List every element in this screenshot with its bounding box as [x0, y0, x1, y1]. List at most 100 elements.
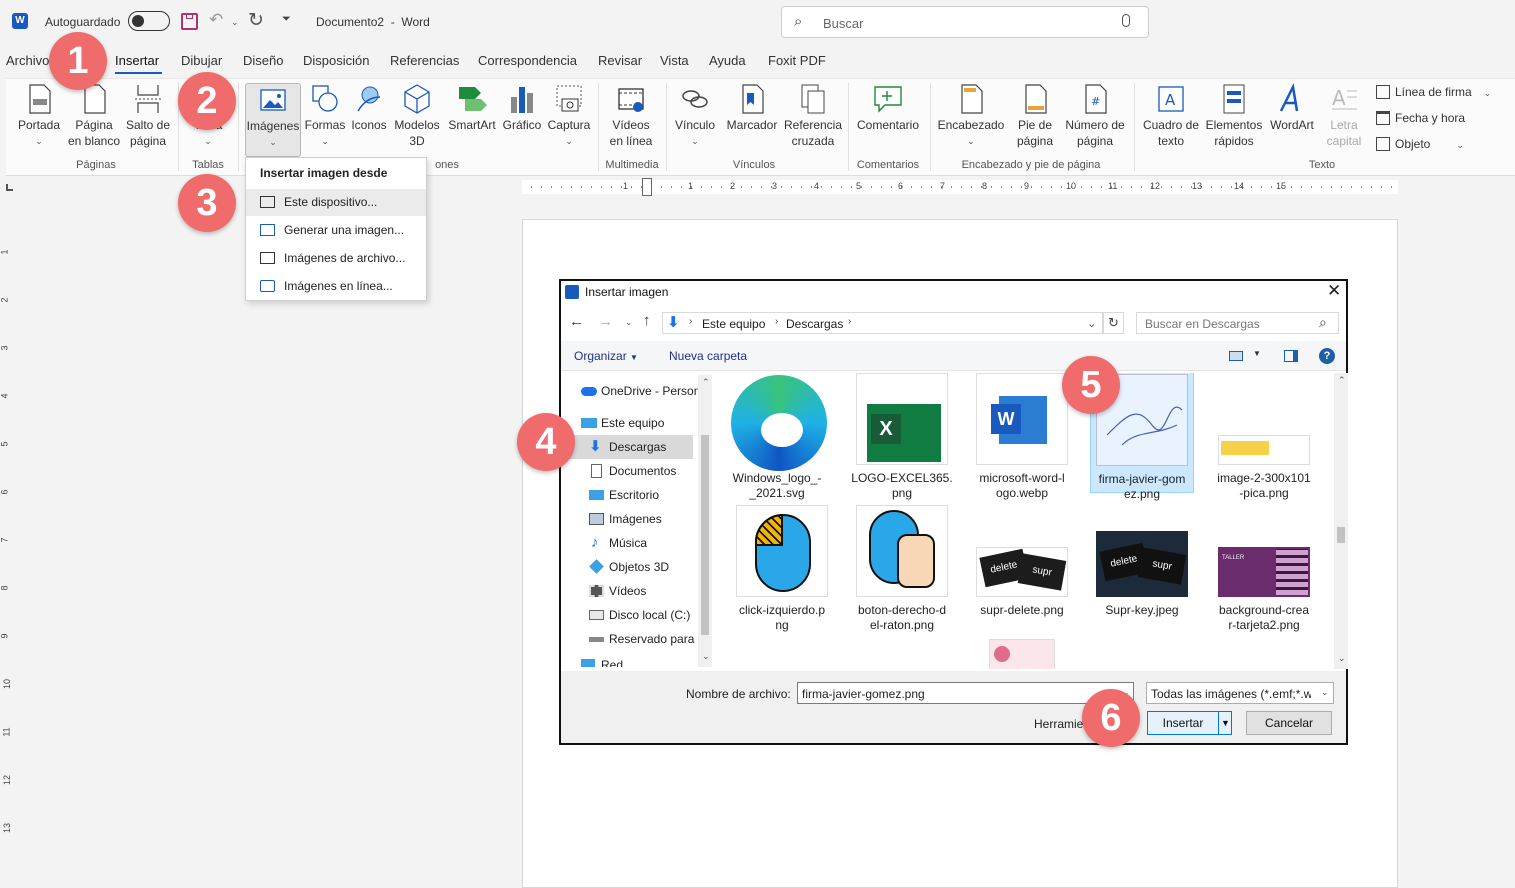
nav-reservado[interactable]: Reservado para e — [565, 627, 701, 651]
tab-vista[interactable]: Vista — [660, 53, 689, 68]
videos-en-linea-button[interactable]: Vídeos en línea — [604, 83, 658, 149]
tab-revisar[interactable]: Revisar — [598, 53, 642, 68]
file-windows-logo[interactable]: Windows_logo_- _2021.svg — [718, 373, 836, 501]
nav-scrollbar[interactable]: ⌃ ⌄ — [698, 375, 712, 667]
undo-dropdown-icon[interactable]: ⌄ — [231, 17, 239, 28]
tab-ayuda[interactable]: Ayuda — [709, 53, 746, 68]
cancelar-button[interactable]: Cancelar — [1246, 711, 1332, 735]
file-image-2-300x101[interactable]: image-2-300x101 -pica.png — [1205, 373, 1323, 501]
nav-descargas[interactable]: ⬇ Descargas — [565, 435, 693, 459]
tab-referencias[interactable]: Referencias — [390, 53, 459, 68]
elementos-rapidos-button[interactable]: Elementos rápidos — [1204, 83, 1264, 149]
pie-de-pagina-button[interactable]: Pie de página — [1010, 83, 1060, 149]
comentario-button[interactable]: Comentario — [854, 83, 922, 133]
navigation-pane[interactable]: OneDrive - Person Este equipo ⬇ Descargas… — [565, 375, 713, 667]
view-dropdown-icon[interactable]: ▼ — [1253, 349, 1261, 358]
address-dropdown-icon[interactable]: ⌄ — [1087, 317, 1096, 330]
captura-button[interactable]: Captura ⌄ — [546, 83, 592, 149]
breadcrumb-este-equipo[interactable]: Este equipo — [702, 317, 765, 331]
breadcrumb-descargas[interactable]: Descargas — [786, 317, 843, 331]
numero-de-pagina-button[interactable]: # Número de página — [1064, 83, 1126, 149]
menu-item-imagenes-en-linea[interactable]: Imágenes en línea... — [246, 273, 426, 300]
files-scrollbar[interactable]: ⌃ ⌄ — [1334, 373, 1348, 669]
file-supr-key[interactable]: delete supr Supr-key.jpeg — [1083, 505, 1201, 618]
grafico-button[interactable]: Gráfico — [500, 83, 544, 133]
file-list[interactable]: Windows_logo_- _2021.svg X LOGO-EXCEL365… — [716, 373, 1334, 669]
customize-toolbar-icon[interactable]: ⏷ — [282, 13, 291, 26]
fecha-y-hora-button[interactable]: Fecha y hora — [1376, 111, 1465, 125]
vinculo-button[interactable]: Vínculo ⌄ — [672, 83, 718, 149]
nav-documentos[interactable]: Documentos — [565, 459, 701, 483]
redo-icon[interactable]: ↻ — [248, 9, 264, 32]
file-label: background-crea r-tarjeta2.png — [1218, 603, 1310, 632]
tab-insertar[interactable]: Insertar — [115, 53, 159, 68]
address-bar[interactable]: ⬇ › Este equipo › Descargas › ⌄ — [662, 312, 1103, 334]
salto-de-pagina-button[interactable]: Salto de página — [123, 83, 173, 149]
file-type-select[interactable]: Todas las imágenes (*.emf;*.wn ⌄ — [1146, 682, 1334, 704]
indent-marker[interactable] — [642, 178, 652, 196]
wordart-button[interactable]: WordArt — [1266, 83, 1318, 133]
linea-de-firma-button[interactable]: Línea de firma ⌄ — [1376, 85, 1491, 99]
save-icon[interactable] — [181, 13, 198, 30]
undo-icon[interactable]: ↶ — [209, 10, 223, 30]
filename-input[interactable]: firma-javier-gomez.png ⌄ — [797, 682, 1134, 704]
insertar-button[interactable]: Insertar ▼ — [1147, 711, 1232, 735]
tab-correspondencia[interactable]: Correspondencia — [478, 53, 577, 68]
nav-musica[interactable]: ♪ Música — [565, 531, 701, 555]
menu-item-generar-imagen[interactable]: Generar una imagen... — [246, 217, 426, 244]
file-background-crear-tarjeta2[interactable]: TALLER background-crea r-tarjeta2.png — [1205, 505, 1323, 633]
microphone-icon[interactable] — [1122, 14, 1130, 27]
nueva-carpeta-button[interactable]: Nueva carpeta — [669, 349, 747, 363]
nav-videos[interactable]: Vídeos — [565, 579, 701, 603]
organizar-button[interactable]: Organizar ▼ — [574, 349, 638, 363]
referencia-cruzada-button[interactable]: Referencia cruzada — [782, 83, 844, 149]
nav-este-equipo[interactable]: Este equipo — [565, 411, 701, 435]
tab-archivo[interactable]: Archivo — [6, 53, 49, 68]
tab-foxit-pdf[interactable]: Foxit PDF — [768, 53, 826, 68]
autosave-toggle[interactable] — [128, 11, 170, 31]
formas-button[interactable]: Formas ⌄ — [303, 83, 347, 149]
word-logo-icon[interactable]: W — [12, 13, 28, 29]
letra-capital-button[interactable]: A Letra capital — [1320, 83, 1368, 149]
smartart-button[interactable]: SmartArt — [446, 83, 498, 133]
search-downloads-input[interactable]: Buscar en Descargas ⌕ — [1136, 312, 1339, 334]
nav-objetos-3d[interactable]: Objetos 3D — [565, 555, 701, 579]
forward-icon[interactable]: → — [598, 313, 613, 330]
file-partial-floral[interactable] — [989, 639, 1055, 669]
refresh-button[interactable]: ↻ — [1103, 312, 1124, 334]
nav-imagenes[interactable]: Imágenes — [565, 507, 701, 531]
file-boton-derecho-del-raton[interactable]: boton-derecho-d el-raton.png — [843, 505, 961, 633]
back-icon[interactable]: ← — [569, 313, 584, 330]
tab-diseno[interactable]: Diseño — [243, 53, 283, 68]
view-options-icon[interactable] — [1229, 351, 1243, 361]
insertar-split-dropdown-icon[interactable]: ▼ — [1218, 712, 1232, 734]
preview-pane-icon[interactable] — [1284, 350, 1298, 362]
up-icon[interactable]: ↑ — [643, 312, 651, 329]
file-logo-excel365[interactable]: X LOGO-EXCEL365. png — [843, 373, 961, 501]
search-box[interactable]: ⌕ Buscar — [781, 6, 1149, 38]
menu-item-imagenes-de-archivo[interactable]: Imágenes de archivo... — [246, 245, 426, 272]
pagina-en-blanco-button[interactable]: Página en blanco — [66, 83, 122, 149]
imagenes-button[interactable]: Imágenes ⌄ — [245, 83, 301, 157]
iconos-button[interactable]: Iconos — [349, 83, 389, 133]
recent-locations-icon[interactable]: ⌄ — [625, 317, 633, 328]
tab-dibujar[interactable]: Dibujar — [181, 53, 222, 68]
herramientas-button[interactable]: Herramie — [1034, 717, 1083, 731]
portada-button[interactable]: Portada ⌄ — [14, 83, 64, 149]
close-icon[interactable]: ✕ — [1327, 281, 1341, 301]
menu-item-este-dispositivo[interactable]: Este dispositivo... — [246, 189, 426, 216]
help-icon[interactable]: ? — [1319, 348, 1335, 364]
nav-onedrive[interactable]: OneDrive - Person — [565, 379, 701, 403]
file-supr-delete[interactable]: delete supr supr-delete.png — [963, 505, 1081, 618]
objeto-button[interactable]: Objeto ⌄ — [1376, 137, 1464, 151]
file-click-izquierdo[interactable]: click-izquierdo.p ng — [723, 505, 841, 633]
cuadro-de-texto-button[interactable]: A Cuadro de texto — [1140, 83, 1202, 149]
modelos-3d-button[interactable]: Modelos 3D — [392, 83, 442, 149]
nav-disco-local[interactable]: Disco local (C:) — [565, 603, 701, 627]
nav-red[interactable]: Red — [565, 653, 701, 667]
text-box-icon: A — [1156, 83, 1186, 115]
nav-escritorio[interactable]: Escritorio — [565, 483, 701, 507]
marcador-button[interactable]: Marcador — [722, 83, 782, 133]
encabezado-button[interactable]: Encabezado ⌄ — [936, 83, 1006, 149]
tab-disposicion[interactable]: Disposición — [303, 53, 369, 68]
